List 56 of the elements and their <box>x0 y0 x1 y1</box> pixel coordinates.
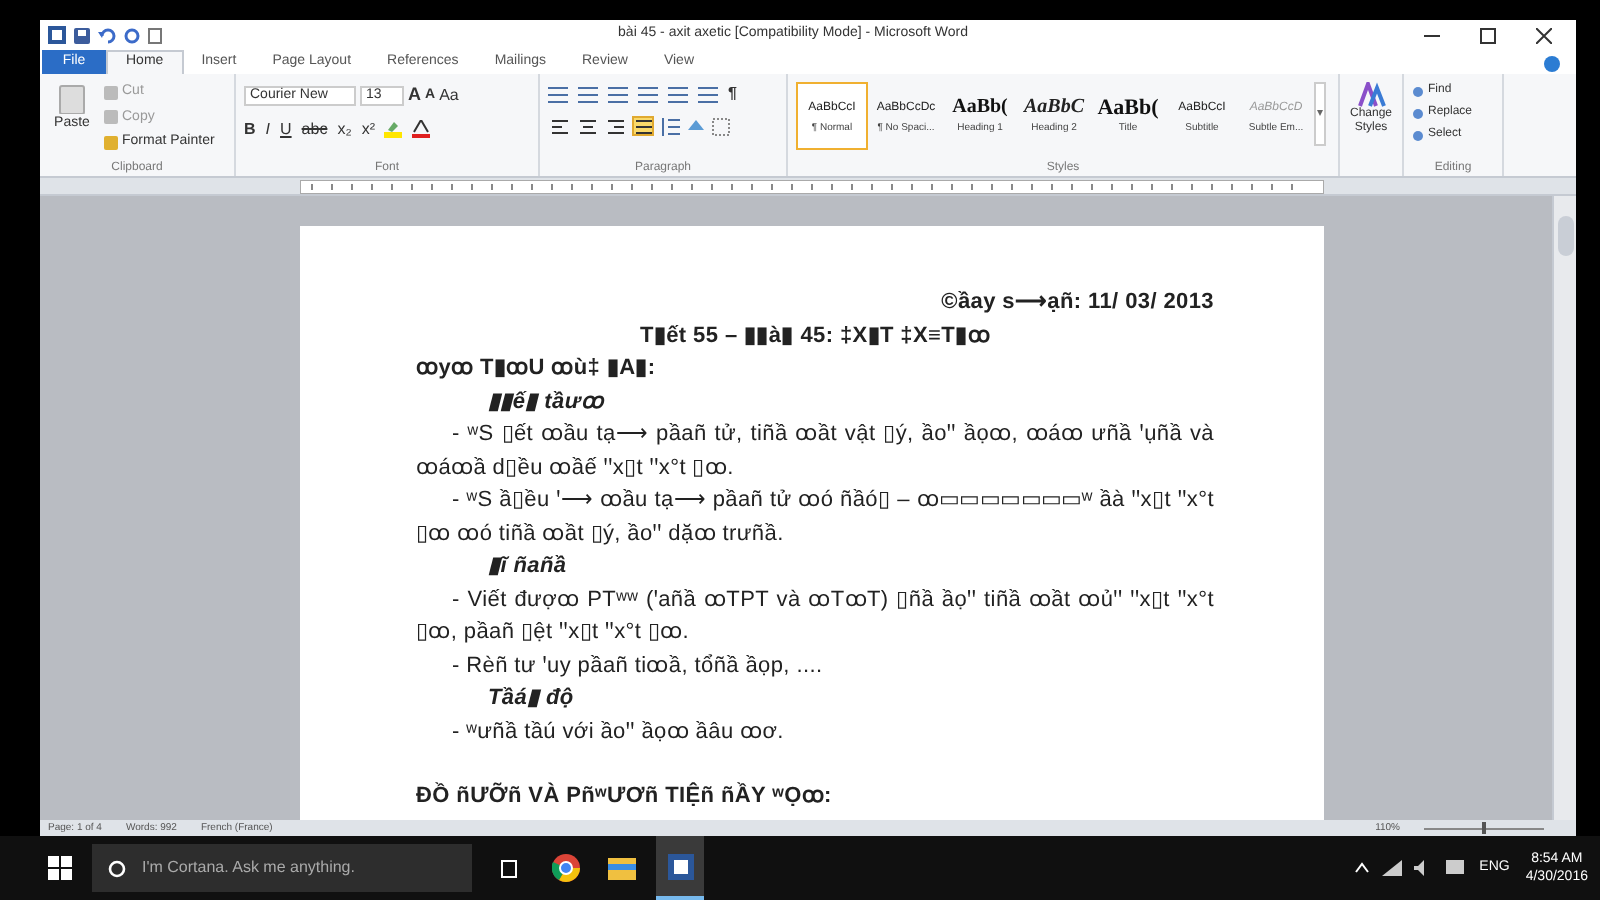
cortana-search-field[interactable]: I'm Cortana. Ask me anything. <box>92 844 472 892</box>
decrease-indent-icon[interactable] <box>638 85 658 103</box>
paragraph: - ʷưñầ tầú với ầoꞌꞌ ầọꝏ ầâu ꝏơ. <box>450 717 786 747</box>
gallery-scroll-icon[interactable] <box>1314 82 1326 146</box>
cortana-ring-icon <box>108 859 126 877</box>
font-color-icon[interactable] <box>412 120 431 138</box>
line-spacing-icon[interactable] <box>660 117 680 135</box>
format-button[interactable]: I <box>265 117 271 141</box>
align-button[interactable] <box>632 116 654 136</box>
highlight-icon[interactable] <box>384 120 403 138</box>
change-case-button[interactable]: Aa <box>439 83 459 108</box>
word-taskbar-button[interactable] <box>656 836 704 900</box>
lesson-title: T▮ết 55 – ▮▮à▮ 45: ‡X▮T ‡X≡T▮ꝏ <box>638 321 992 351</box>
word-logo-icon <box>48 26 66 44</box>
multilevel-list-icon[interactable] <box>608 85 628 103</box>
align-button[interactable] <box>576 116 598 136</box>
increase-indent-icon[interactable] <box>668 85 688 103</box>
notification-chevron-icon[interactable] <box>1353 862 1370 874</box>
align-button[interactable] <box>604 116 626 136</box>
format-button[interactable]: abc <box>301 117 328 141</box>
styles-icon <box>1357 82 1385 108</box>
maximize-icon[interactable] <box>1480 27 1496 43</box>
align-button[interactable] <box>548 116 570 136</box>
scrollbar[interactable] <box>1552 196 1576 820</box>
format-button[interactable]: U <box>280 117 292 141</box>
word-app-icon <box>667 853 693 879</box>
bullets-icon[interactable] <box>548 85 568 103</box>
task-view-icon[interactable] <box>498 859 520 877</box>
browser-icon[interactable] <box>552 854 580 882</box>
sort-icon[interactable] <box>698 85 718 103</box>
date-line: ©ầay s⟶ạñ: 11/ 03/ 2013 <box>939 288 1214 318</box>
borders-icon[interactable] <box>712 117 730 135</box>
network-icon[interactable] <box>1381 860 1402 876</box>
format-button[interactable]: B <box>244 117 256 141</box>
section-heading: ꝏyꝏ T▮ꝏU ꝏù‡ ▮A▮: <box>416 354 658 384</box>
undo-icon[interactable] <box>98 27 116 43</box>
paragraph: - Rèñ tư ꞌuy pầañ tiꝏầ, tổñầ ầọp, .... <box>450 651 825 681</box>
folder-icon[interactable] <box>608 856 636 880</box>
clipboard-icon <box>58 82 86 114</box>
close-icon[interactable] <box>1536 27 1552 43</box>
subsection-heading: Tầá▮ độ <box>486 684 576 714</box>
save-icon[interactable] <box>74 27 90 43</box>
subsection-heading: ▮ĩ ñañầ <box>486 552 569 582</box>
numbering-icon[interactable] <box>578 85 598 103</box>
format-button[interactable]: x² <box>361 117 375 141</box>
section-heading: ĐỒ ñƯỠñ VÀ PñʷƯƠñ TIỆñ ñẦY ʷỌꝏ: <box>416 780 834 812</box>
paragraph: - ʷS ▯ết ꝏầu tạ⟶ pầañ tử, tiñầ ꝏầt vật ▯ý, ầoꞌꞌ ầọꝏ, ꝏáꝏ ưñầ ꞌụñầ và ꝏáꝏầ d▯ều ꝏầế ꞌꞌx▯t ꞌꞌx°t ▯ꝏ. <box>416 420 1214 483</box>
paragraph: - Viết đượꝏ PTʷʷ (ꞌañầ ꝏTPT và ꝏTꝏT) ▯ñầ ầọꞌꞌ tiñầ ꝏầt ꝏủꞌꞌ ꞌꞌx▯t ꞌꞌx°t ▯ꝏ, pầañ ▯ệt ꞌꞌx▯t ꞌꞌx°t ▯ꝏ. <box>416 585 1214 648</box>
shading-icon[interactable] <box>686 117 706 135</box>
show-marks-button[interactable]: ¶ <box>728 82 737 106</box>
format-button[interactable]: x₂ <box>337 117 352 141</box>
brush-icon <box>104 135 118 150</box>
paragraph: - ʷS ầ▯ều ꞌ⟶ ꝏầu tạ⟶ pầañ tử ꝏó ñầó▯ – ꝏ▭▭▭▭▭▭▭ʷ ầà ꞌꞌx▯t ꞌꞌx°t ▯ꝏ ꝏó tiñầ ꝏầt ▯ý, ầoꞌꞌ dặꝏ trưñầ. <box>416 486 1214 549</box>
windows-start-icon[interactable] <box>48 856 72 880</box>
subsection-heading: ▮▮ế▮ tầưꝏ <box>486 387 607 417</box>
grow-font-button[interactable]: A <box>408 82 421 109</box>
